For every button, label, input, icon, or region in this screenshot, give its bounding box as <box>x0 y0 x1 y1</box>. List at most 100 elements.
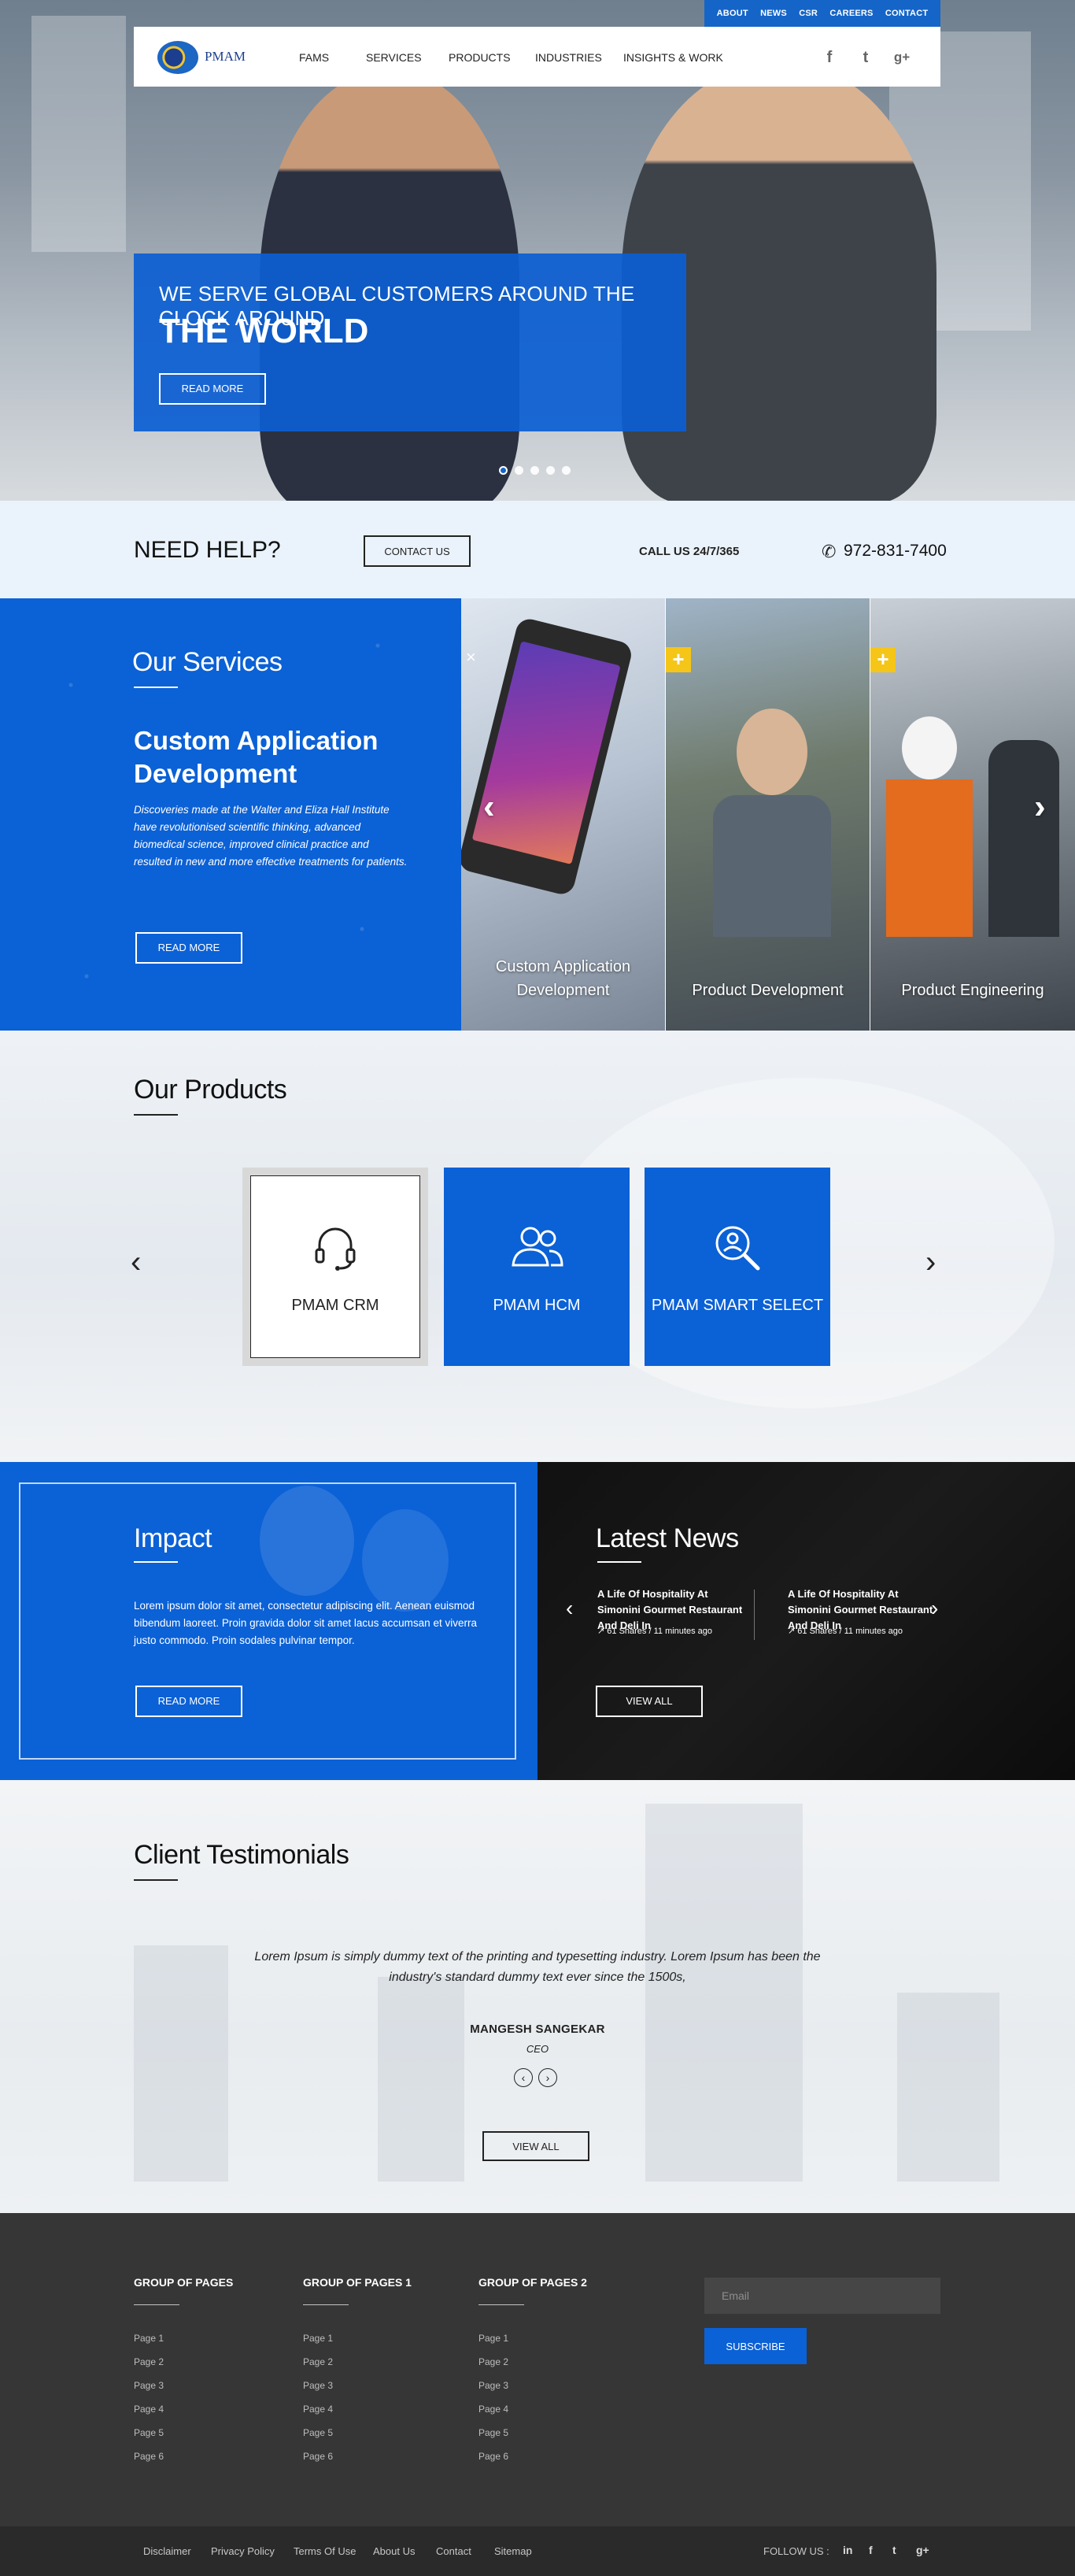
footer-link[interactable]: Page 3 <box>303 2380 333 2391</box>
footer-link[interactable]: Page 1 <box>478 2333 508 2344</box>
services-read-more-button[interactable]: READ MORE <box>135 932 242 964</box>
footer-link[interactable]: Page 3 <box>134 2380 164 2391</box>
impact-heading: Impact <box>134 1523 212 1553</box>
headset-icon <box>315 1227 356 1271</box>
twitter-icon[interactable]: t <box>855 46 877 68</box>
service-card[interactable]: + Product Development <box>666 598 870 1031</box>
footer-link[interactable]: Page 3 <box>478 2380 508 2391</box>
bottom-link-sitemap[interactable]: Sitemap <box>494 2545 532 2557</box>
footer-column-underline <box>134 2304 179 2305</box>
footer-link[interactable]: Page 4 <box>303 2404 333 2415</box>
heading-underline <box>597 1561 641 1563</box>
services-heading: Our Services <box>132 647 283 677</box>
slider-dot[interactable] <box>515 466 523 475</box>
bottom-link-terms[interactable]: Terms Of Use <box>294 2545 356 2557</box>
chevron-left-icon[interactable]: ‹ <box>566 1596 573 1621</box>
bottom-link-privacy-policy[interactable]: Privacy Policy <box>211 2545 275 2557</box>
chevron-left-icon[interactable]: ‹ <box>483 787 495 827</box>
hero-read-more-button[interactable]: READ MORE <box>159 373 266 405</box>
testimonials-view-all-button[interactable]: VIEW ALL <box>482 2131 589 2161</box>
impact-read-more-button[interactable]: READ MORE <box>135 1686 242 1717</box>
bottom-link-about-us[interactable]: About Us <box>373 2545 415 2557</box>
footer-link[interactable]: Page 6 <box>478 2451 508 2462</box>
hero-caption-box: WE SERVE GLOBAL CUSTOMERS AROUND THE CLO… <box>134 254 686 431</box>
topbar-link-news[interactable]: NEWS <box>760 9 787 18</box>
chevron-right-icon[interactable]: › <box>925 1245 936 1280</box>
news-heading: Latest News <box>596 1523 739 1553</box>
topbar-link-contact[interactable]: CONTACT <box>885 9 928 18</box>
chevron-left-icon[interactable]: ‹ <box>514 2068 533 2087</box>
heading-underline <box>134 1114 178 1116</box>
chevron-left-icon[interactable]: ‹ <box>131 1245 141 1280</box>
footer-link[interactable]: Page 4 <box>478 2404 508 2415</box>
service-card[interactable]: × ‹ Custom Application Development <box>461 598 665 1031</box>
close-icon[interactable]: × <box>466 647 476 668</box>
slider-dot[interactable] <box>499 466 508 475</box>
nav-item-fams[interactable]: FAMS <box>299 51 329 64</box>
nav-item-products[interactable]: PRODUCTS <box>449 51 511 64</box>
footer-link[interactable]: Page 5 <box>478 2427 508 2438</box>
facebook-icon[interactable]: f <box>818 46 840 68</box>
chevron-right-icon[interactable]: › <box>538 2068 557 2087</box>
bottom-link-disclaimer[interactable]: Disclaimer <box>143 2545 191 2557</box>
footer-link[interactable]: Page 1 <box>303 2333 333 2344</box>
footer-link[interactable]: Page 6 <box>134 2451 164 2462</box>
subscribe-button[interactable]: SUBSCRIBE <box>704 2328 807 2364</box>
footer: GROUP OF PAGES Page 1 Page 2 Page 3 Page… <box>0 2213 1075 2526</box>
google-plus-icon[interactable]: g+ <box>891 46 913 68</box>
product-card-smart-select[interactable]: PMAM SMART SELECT <box>645 1168 830 1366</box>
topbar-link-csr[interactable]: CSR <box>799 9 818 18</box>
heading-underline <box>134 1561 178 1563</box>
plus-icon[interactable]: + <box>666 647 691 672</box>
chevron-right-icon[interactable]: › <box>931 1596 938 1621</box>
share-icon: ↗ <box>597 1627 608 1636</box>
news-view-all-button[interactable]: VIEW ALL <box>596 1686 703 1717</box>
product-label: PMAM SMART SELECT <box>651 1297 824 1314</box>
email-field[interactable] <box>704 2278 940 2314</box>
product-label: PMAM HCM <box>493 1297 581 1314</box>
nav-item-services[interactable]: SERVICES <box>366 51 422 64</box>
footer-link[interactable]: Page 5 <box>303 2427 333 2438</box>
product-card-crm[interactable]: PMAM CRM <box>242 1168 428 1366</box>
follow-us-label: FOLLOW US : <box>763 2545 829 2557</box>
topbar-link-about[interactable]: ABOUT <box>717 9 748 18</box>
product-card-hcm[interactable]: PMAM HCM <box>444 1168 630 1366</box>
services-featured-desc: Discoveries made at the Walter and Eliza… <box>134 804 408 868</box>
services-featured-title: Custom Application Development <box>134 726 379 788</box>
call-us-label: CALL US 24/7/365 <box>639 545 740 558</box>
chevron-right-icon[interactable]: › <box>1034 787 1046 827</box>
slider-dot[interactable] <box>546 466 555 475</box>
services-section: Our Services Custom Application Developm… <box>0 598 1075 1031</box>
footer-link[interactable]: Page 2 <box>134 2356 164 2367</box>
products-heading: Our Products <box>134 1075 287 1105</box>
facebook-icon[interactable]: f <box>869 2544 873 2556</box>
contact-us-button[interactable]: CONTACT US <box>364 535 471 567</box>
search-person-icon <box>715 1226 760 1271</box>
footer-link[interactable]: Page 6 <box>303 2451 333 2462</box>
footer-link[interactable]: Page 2 <box>303 2356 333 2367</box>
footer-link[interactable]: Page 5 <box>134 2427 164 2438</box>
skyline-building <box>378 1977 464 2182</box>
slider-dot[interactable] <box>530 466 539 475</box>
nav-item-insights-work[interactable]: INSIGHTS & WORK <box>623 51 723 64</box>
service-card[interactable]: + › Product Engineering <box>870 598 1075 1031</box>
phone-number[interactable]: 972-831-7400 <box>844 542 947 561</box>
footer-link[interactable]: Page 4 <box>134 2404 164 2415</box>
bottom-link-contact[interactable]: Contact <box>436 2545 471 2557</box>
skyline-building <box>897 1993 999 2182</box>
nav-item-industries[interactable]: INDUSTRIES <box>535 51 602 64</box>
skyline-building <box>134 1945 228 2182</box>
phone-image <box>461 616 634 898</box>
logo-text[interactable]: PMAM <box>205 49 246 65</box>
service-card-label: Product Development <box>692 982 844 999</box>
plus-icon[interactable]: + <box>870 647 896 672</box>
google-plus-icon[interactable]: g+ <box>916 2544 929 2556</box>
footer-link[interactable]: Page 1 <box>134 2333 164 2344</box>
topbar-link-careers[interactable]: CAREERS <box>829 9 873 18</box>
slider-dot[interactable] <box>562 466 571 475</box>
pmam-logo-icon[interactable] <box>157 41 198 74</box>
footer-link[interactable]: Page 2 <box>478 2356 508 2367</box>
testimonials-section: Client Testimonials Lorem Ipsum is simpl… <box>0 1780 1075 2213</box>
twitter-icon[interactable]: t <box>892 2544 896 2556</box>
linkedin-icon[interactable]: in <box>843 2544 852 2556</box>
